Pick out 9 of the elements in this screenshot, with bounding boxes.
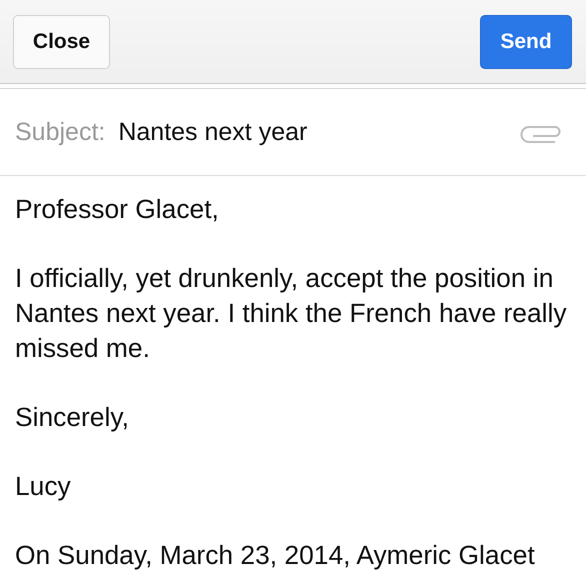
subject-label: Subject: (15, 118, 106, 146)
message-paragraph: Professor Glacet, (15, 193, 220, 226)
subject-field[interactable]: Nantes next year (118, 118, 519, 146)
message-paragraph: On Sunday, March 23, 2014, Aymeric Glacet (15, 539, 536, 572)
close-button[interactable]: Close (13, 15, 110, 69)
message-paragraph: I officially, yet drunkenly, accept the position in Nantes next year. I think the French have really missed me. (15, 262, 568, 365)
message-paragraph: Lucy (15, 470, 72, 503)
message-paragraph: Sincerely, (15, 401, 130, 434)
send-button[interactable]: Send (480, 15, 572, 69)
